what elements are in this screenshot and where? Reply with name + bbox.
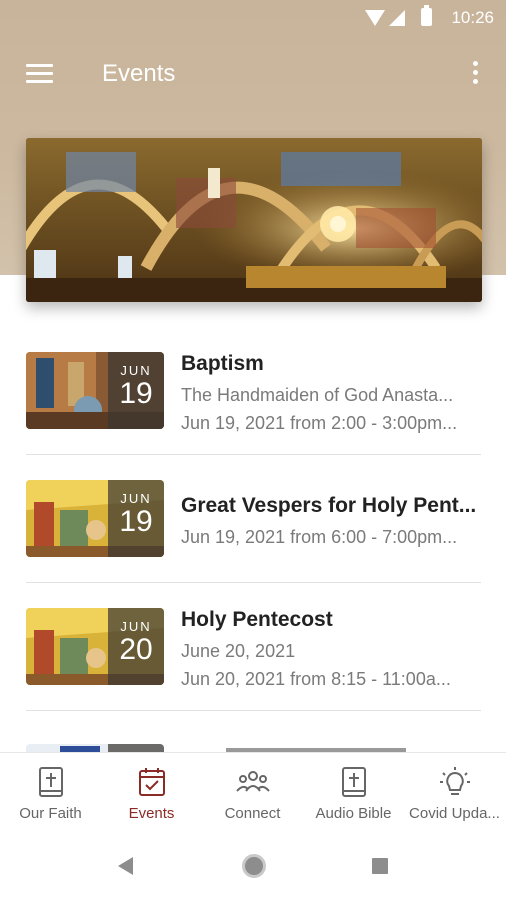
home-icon[interactable] xyxy=(242,854,266,878)
event-time: Jun 19, 2021 from 2:00 - 3:00pm... xyxy=(181,413,458,433)
bottom-navigation: Our Faith Events Connect Audio Bible Cov… xyxy=(0,752,506,832)
nav-our-faith[interactable]: Our Faith xyxy=(0,753,101,833)
calendar-check-icon xyxy=(138,768,165,796)
nav-label: Our Faith xyxy=(19,805,82,822)
date-day: 19 xyxy=(119,505,153,538)
hero-image xyxy=(26,138,482,302)
nav-label: Covid Upda... xyxy=(409,805,500,822)
battery-icon xyxy=(421,5,432,26)
event-title: Holy Pentecost xyxy=(181,608,333,631)
date-badge: JUN 19 xyxy=(108,480,164,557)
nav-events[interactable]: Events xyxy=(101,753,202,833)
event-title: Baptism xyxy=(181,352,264,375)
event-time: Jun 20, 2021 from 8:15 - 11:00a... xyxy=(181,669,451,689)
date-day: 20 xyxy=(119,633,153,666)
date-month: JUN xyxy=(120,619,152,634)
date-badge: JUN 20 xyxy=(108,608,164,685)
system-navigation xyxy=(0,832,506,900)
event-thumbnail: JUN 19 xyxy=(26,480,164,557)
bible-icon xyxy=(341,767,366,797)
signal-icon xyxy=(389,10,405,26)
lightbulb-icon xyxy=(439,767,470,795)
more-options-icon[interactable] xyxy=(468,61,482,87)
date-month: JUN xyxy=(120,491,152,506)
status-bar: 10:26 xyxy=(0,0,506,36)
page-title: Events xyxy=(102,60,176,87)
divider xyxy=(26,710,481,711)
date-badge: JUN 19 xyxy=(108,352,164,429)
date-day: 19 xyxy=(119,377,153,410)
back-icon[interactable] xyxy=(118,857,133,875)
app-bar: Events xyxy=(0,50,506,100)
nav-label: Connect xyxy=(224,805,281,822)
divider xyxy=(26,454,481,455)
date-month: JUN xyxy=(120,363,152,378)
event-item[interactable]: JUN 19 Baptism The Handmaiden of God Ana… xyxy=(26,352,481,452)
event-title: Great Vespers for Holy Pent... xyxy=(181,494,477,517)
nav-label: Audio Bible xyxy=(315,805,392,822)
people-icon xyxy=(235,771,270,792)
event-thumbnail: JUN 19 xyxy=(26,352,164,429)
event-item[interactable]: JUN 20 Holy Pentecost June 20, 2021 Jun … xyxy=(26,608,481,708)
book-cross-icon xyxy=(38,767,63,797)
nav-connect[interactable]: Connect xyxy=(202,753,303,833)
event-date: June 20, 2021 xyxy=(181,641,296,661)
event-item-partial[interactable] xyxy=(26,740,481,752)
menu-icon[interactable] xyxy=(26,64,53,84)
recent-apps-icon[interactable] xyxy=(372,858,388,874)
screen: 10:26 Events JUN 19 Baptism The Handmaid… xyxy=(0,0,506,900)
divider xyxy=(26,582,481,583)
event-thumbnail: JUN 20 xyxy=(26,608,164,685)
wifi-icon xyxy=(365,10,385,26)
nav-audio-bible[interactable]: Audio Bible xyxy=(303,753,404,833)
event-time: Jun 19, 2021 from 6:00 - 7:00pm... xyxy=(181,527,458,547)
nav-label: Events xyxy=(128,805,175,822)
nav-covid-update[interactable]: Covid Upda... xyxy=(404,753,505,833)
status-time: 10:26 xyxy=(451,8,494,27)
event-item[interactable]: JUN 19 Great Vespers for Holy Pent... Ju… xyxy=(26,480,481,580)
event-description: The Handmaiden of God Anasta... xyxy=(181,385,454,405)
